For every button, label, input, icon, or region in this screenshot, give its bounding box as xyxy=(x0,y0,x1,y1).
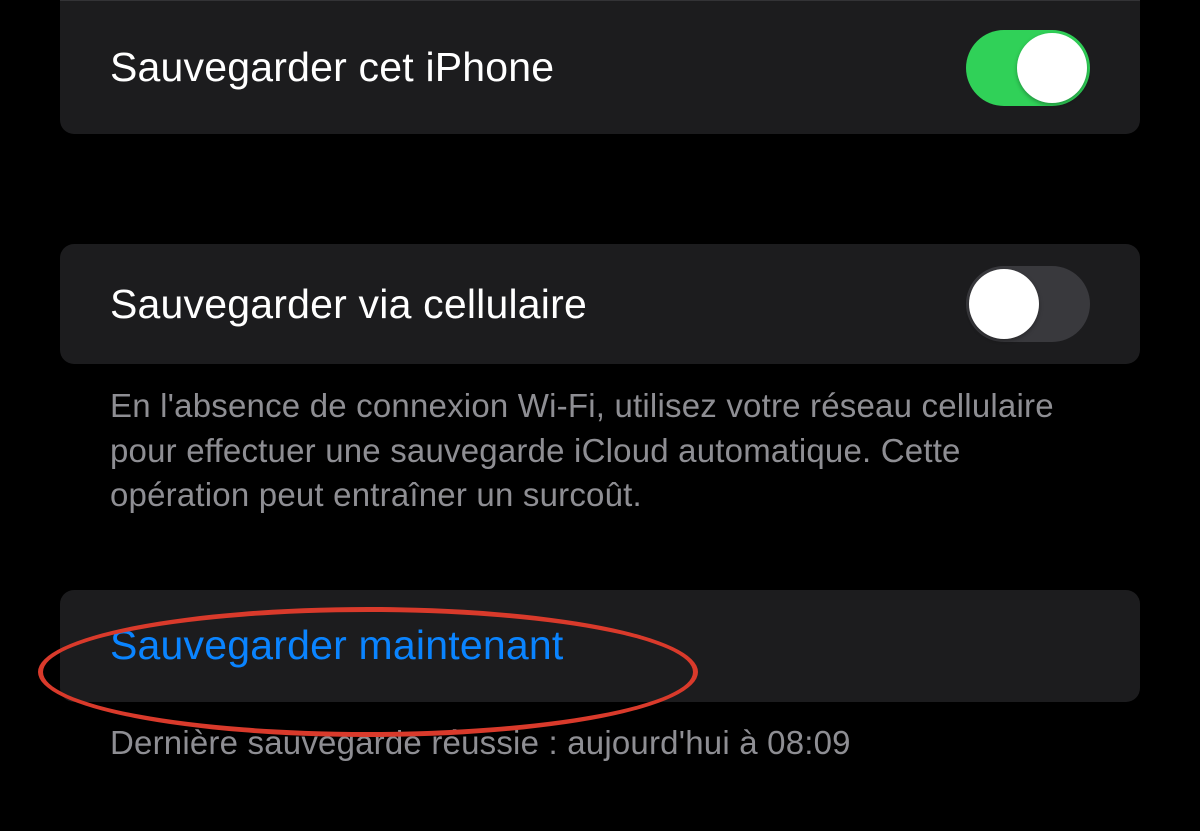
backup-now-group: Sauvegarder maintenant xyxy=(60,590,1140,702)
backup-cellular-label: Sauvegarder via cellulaire xyxy=(110,281,587,328)
backup-cellular-group: Sauvegarder via cellulaire xyxy=(60,244,1140,364)
toggle-knob xyxy=(1017,33,1087,103)
backup-now-button[interactable]: Sauvegarder maintenant xyxy=(110,622,563,669)
backup-iphone-label: Sauvegarder cet iPhone xyxy=(110,44,554,91)
backup-now-row[interactable]: Sauvegarder maintenant xyxy=(60,590,1140,702)
backup-cellular-toggle[interactable] xyxy=(966,266,1090,342)
last-backup-status: Dernière sauvegarde réussie : aujourd'hu… xyxy=(60,702,1140,762)
toggle-knob xyxy=(969,269,1039,339)
backup-iphone-group: Sauvegarder cet iPhone xyxy=(60,0,1140,134)
backup-cellular-row: Sauvegarder via cellulaire xyxy=(60,244,1140,364)
backup-iphone-row: Sauvegarder cet iPhone xyxy=(60,0,1140,134)
backup-cellular-description: En l'absence de connexion Wi-Fi, utilise… xyxy=(60,364,1140,518)
backup-iphone-toggle[interactable] xyxy=(966,30,1090,106)
